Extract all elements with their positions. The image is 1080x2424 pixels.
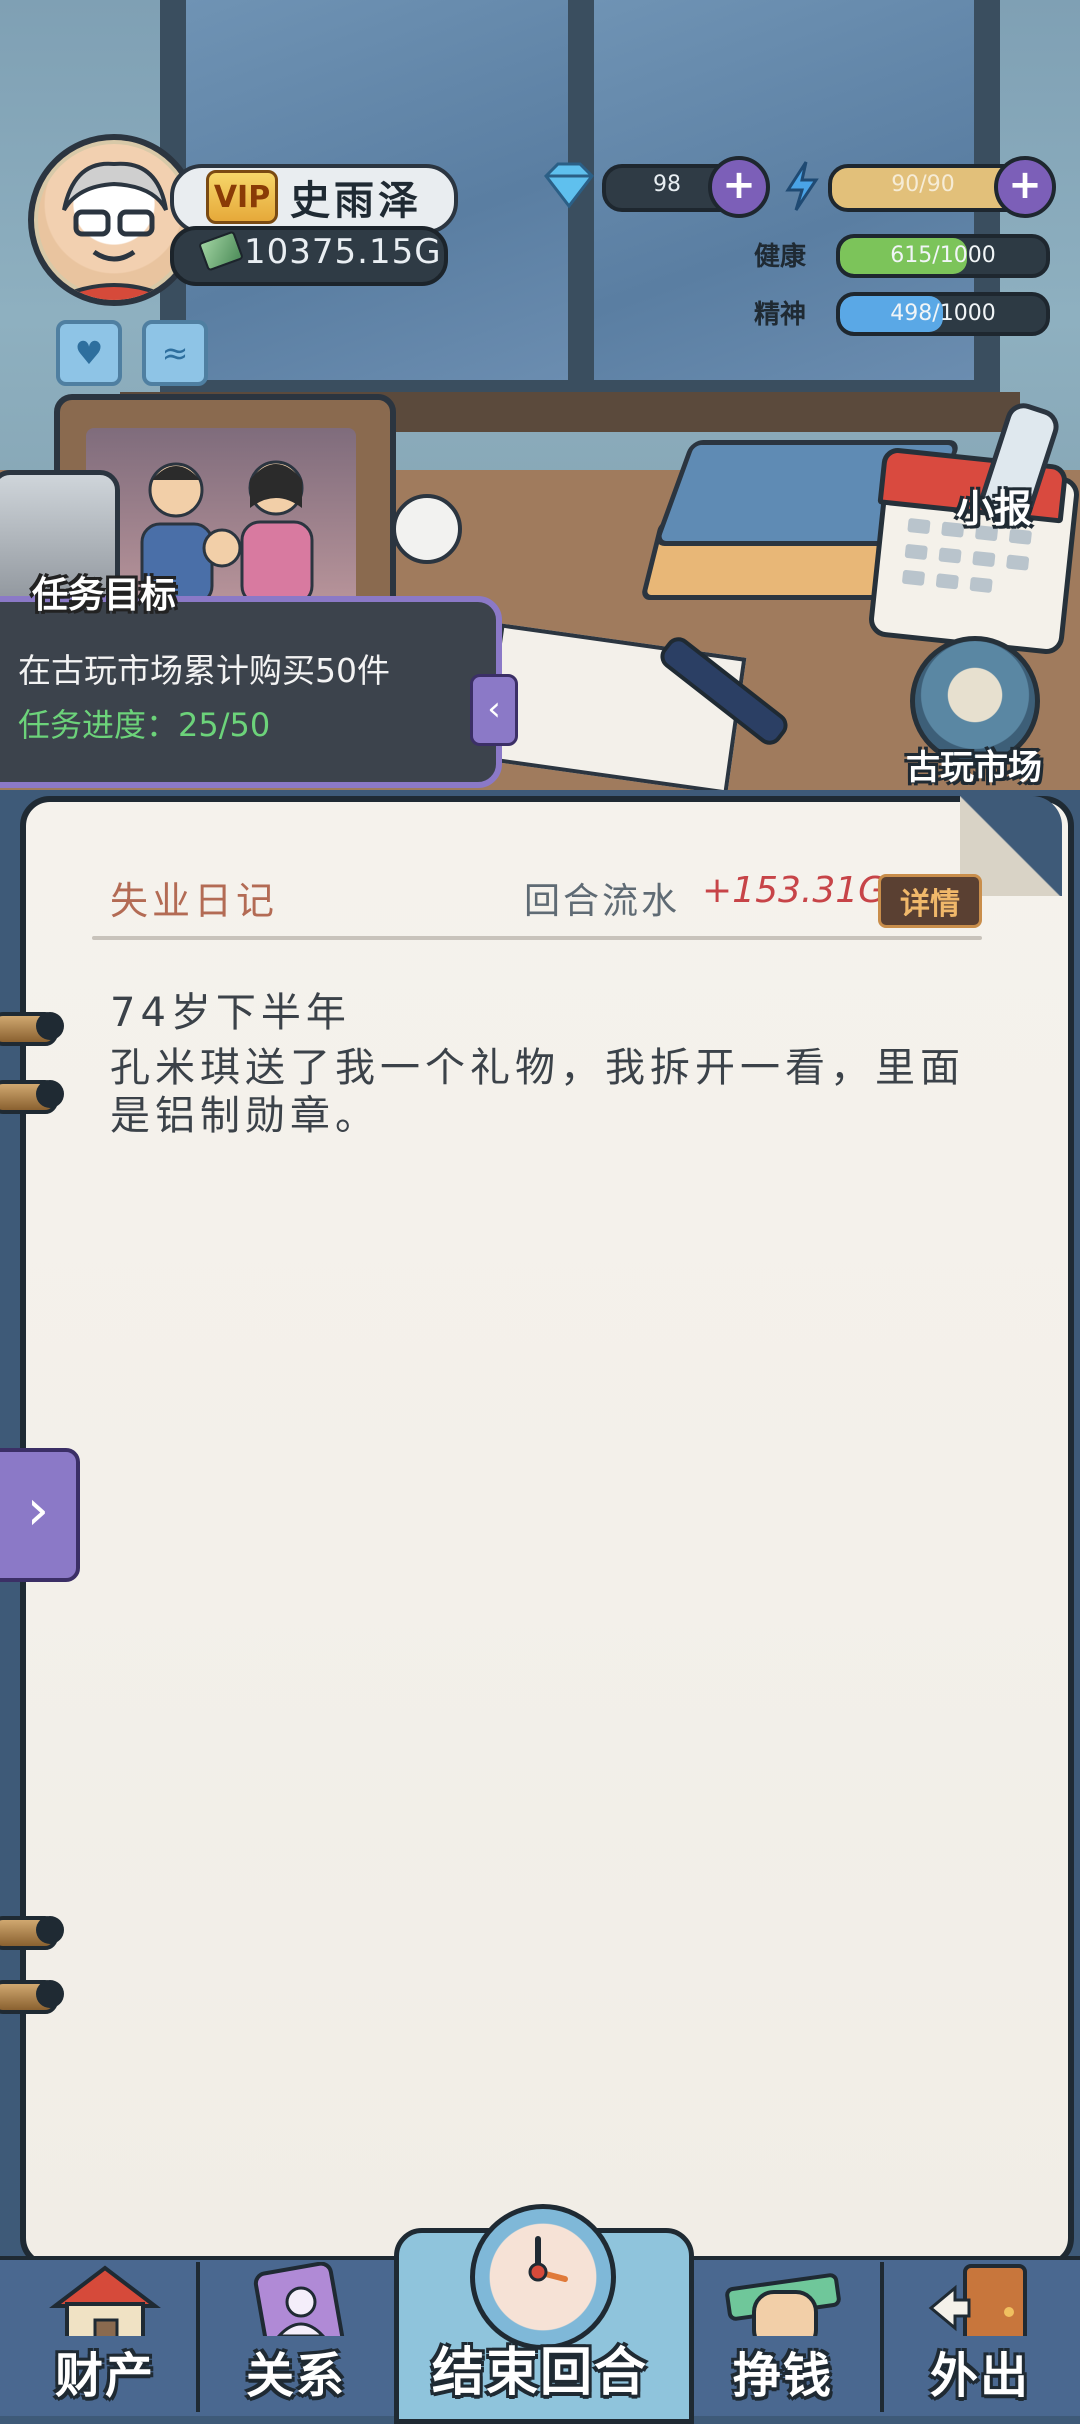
diary-entry-text: 孔米琪送了我一个礼物，我拆开一看，里面是铝制勋章。: [110, 1045, 965, 1139]
alarm-clock-icon: [470, 2204, 616, 2350]
spirit-value: 498/1000: [890, 301, 996, 326]
details-button[interactable]: 详情: [878, 874, 982, 928]
add-energy-button[interactable]: +: [994, 156, 1056, 218]
nav-go-out[interactable]: 外出: [890, 2262, 1070, 2412]
end-turn-label: 结束回合: [431, 2343, 648, 2403]
player-name: 史雨泽: [290, 178, 422, 224]
heart-icon[interactable]: ♥: [56, 320, 122, 386]
quest-title: 任务目标: [32, 575, 177, 616]
player-avatar[interactable]: [28, 134, 200, 306]
binder-hole: [36, 1916, 64, 1944]
diary-title: 失业日记: [110, 879, 279, 923]
spirit-label: 精神: [754, 300, 807, 330]
nav-relations[interactable]: 关系: [208, 2262, 384, 2412]
spirit-bar: 498/1000: [836, 292, 1050, 336]
nav-go-out-label: 外出: [929, 2348, 1030, 2404]
contact-book-icon: [253, 2262, 345, 2336]
binder-hole: [36, 1980, 64, 2008]
add-diamonds-button[interactable]: +: [708, 156, 770, 218]
turn-flow-label: 回合流水: [524, 881, 681, 922]
vip-badge[interactable]: VIP: [206, 170, 278, 224]
diamond-icon: [544, 162, 594, 209]
nav-earn[interactable]: 挣钱: [692, 2262, 874, 2412]
diary-entry-age: 74岁下半年: [110, 990, 351, 1036]
turn-flow-value: +153.31G: [702, 870, 887, 911]
binder-hole: [36, 1012, 64, 1040]
paper-ball: [392, 494, 462, 564]
nav-divider: [880, 2262, 884, 2412]
collapse-quest-button[interactable]: ‹: [470, 674, 518, 746]
money-value: 10375.15G: [244, 232, 442, 272]
diamond-count: 98: [653, 172, 681, 197]
nav-assets[interactable]: 财产: [20, 2262, 190, 2412]
nav-relations-label: 关系: [245, 2348, 346, 2404]
quest-description: 在古玩市场累计购买50件: [18, 651, 390, 690]
house-icon: [49, 2265, 161, 2336]
energy-value: 90/90: [891, 172, 955, 197]
antique-market-label[interactable]: 古玩市场: [906, 740, 1042, 789]
news-label[interactable]: 小报: [956, 478, 1032, 533]
nav-assets-label: 财产: [54, 2348, 155, 2404]
quest-progress: 任务进度：25/50: [18, 706, 271, 744]
divider: [92, 936, 982, 940]
health-label: 健康: [754, 242, 807, 272]
health-bar: 615/1000: [836, 234, 1050, 278]
nav-divider: [196, 2262, 200, 2412]
hair-style-icon[interactable]: ≈: [142, 320, 208, 386]
lightning-icon: [785, 161, 819, 211]
fist-money-icon: [725, 2273, 841, 2336]
door-exit-icon: [928, 2264, 1027, 2336]
expand-side-panel-button[interactable]: ›: [0, 1448, 80, 1582]
quest-panel[interactable]: [0, 596, 502, 788]
health-value: 615/1000: [890, 243, 996, 268]
nav-earn-label: 挣钱: [732, 2348, 833, 2404]
binder-hole: [36, 1080, 64, 1108]
